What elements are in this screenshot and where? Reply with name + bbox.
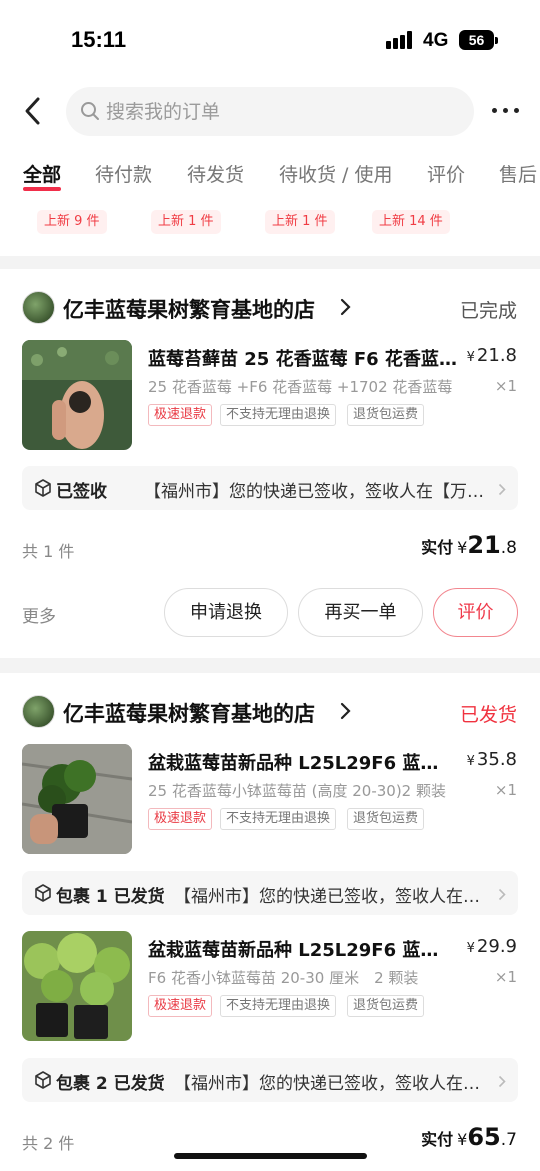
logistics-message: 【福州市】您的快递已签收，签收人在【万达广场】 [174, 1074, 482, 1094]
network-label: 4G [423, 30, 449, 51]
product-image[interactable] [22, 931, 132, 1041]
shop-name[interactable]: 亿丰蓝莓果树繁育基地的店 [63, 698, 315, 728]
home-indicator[interactable] [174, 1153, 367, 1159]
new-items-badge: 上新 1 件 [265, 210, 335, 234]
tab-review[interactable]: 评价 [427, 160, 465, 187]
service-tag: 极速退款 [148, 808, 213, 830]
tab-pending-receipt[interactable]: 待收货 / 使用 [279, 160, 392, 187]
back-icon[interactable] [22, 96, 46, 126]
search-bar[interactable] [66, 87, 474, 136]
more-icon[interactable] [492, 104, 522, 118]
paid-amount: 实付 ¥65.7 [421, 1123, 517, 1151]
service-tag: 不支持无理由退换 [220, 808, 337, 830]
tab-pending-payment[interactable]: 待付款 [95, 160, 152, 187]
chevron-right-icon [498, 1073, 506, 1088]
order-card[interactable]: 亿丰蓝莓果树繁育基地的店 已完成 蓝莓苔藓苗 25 花香蓝莓 F6 花香蓝莓苗 … [0, 269, 540, 658]
product-sku: 25 花香蓝莓 +F6 花香蓝莓 +1702 花香蓝莓 [148, 378, 453, 396]
product-price: ¥35.8 [466, 749, 517, 770]
tab-pending-shipment[interactable]: 待发货 [187, 160, 244, 187]
shop-name[interactable]: 亿丰蓝莓果树繁育基地的店 [63, 294, 315, 324]
signal-icon [386, 31, 412, 49]
item-count: 共 1 件 [22, 542, 75, 561]
review-button[interactable]: 评价 [433, 588, 518, 637]
new-items-badge: 上新 9 件 [37, 210, 107, 234]
new-items-badge: 上新 14 件 [372, 210, 450, 234]
paid-amount: 实付 ¥21.8 [421, 531, 517, 559]
logistics-status: 已签收 [56, 482, 107, 502]
chevron-right-icon [498, 886, 506, 901]
product-quantity: ×1 [494, 781, 517, 799]
buy-again-button[interactable]: 再买一单 [298, 588, 423, 637]
product-sku: F6 花香小钵蓝莓苗 20-30 厘米 2 颗装 [148, 969, 419, 987]
status-time: 15:11 [71, 27, 127, 52]
status-bar: 15:11 4G 56 [0, 0, 540, 80]
service-tag: 退货包运费 [347, 404, 425, 426]
battery-icon: 56 [459, 30, 494, 50]
logistics-status: 包裹 2 已发货 [56, 1074, 165, 1094]
product-title[interactable]: 盆栽蓝莓苗新品种 L25L29F6 蓝莓苗 [148, 936, 448, 962]
product-title[interactable]: 盆栽蓝莓苗新品种 L25L29F6 蓝莓苗 [148, 749, 448, 775]
logistics-bar[interactable]: 包裹 1 已发货 【福州市】您的快递已签收，签收人在【万达广场】 [22, 871, 518, 915]
product-price: ¥29.9 [466, 936, 517, 957]
product-sku: 25 花香蓝莓小钵蓝莓苗 (高度 20-30)2 颗装 [148, 782, 446, 800]
battery-cap [495, 37, 498, 44]
package-icon [34, 1071, 52, 1089]
shop-avatar[interactable] [22, 291, 55, 324]
product-price: ¥21.8 [466, 345, 517, 366]
item-count: 共 2 件 [22, 1134, 75, 1153]
shop-avatar[interactable] [22, 695, 55, 728]
logistics-message: 【福州市】您的快递已签收，签收人在【万达广场】 [144, 482, 484, 502]
chevron-right-icon [498, 481, 506, 496]
service-tag: 退货包运费 [347, 995, 425, 1017]
search-input[interactable] [106, 87, 456, 136]
tab-after-sales[interactable]: 售后 [499, 160, 537, 187]
tab-active-indicator [23, 187, 61, 191]
package-icon [34, 479, 52, 497]
service-tag: 不支持无理由退换 [220, 404, 337, 426]
product-title[interactable]: 蓝莓苔藓苗 25 花香蓝莓 F6 花香蓝莓苗 [148, 345, 462, 371]
chevron-right-icon[interactable] [339, 298, 351, 316]
service-tag: 极速退款 [148, 404, 213, 426]
request-return-button[interactable]: 申请退换 [164, 588, 288, 637]
tab-all[interactable]: 全部 [23, 160, 61, 187]
more-link[interactable]: 更多 [22, 602, 56, 627]
logistics-bar[interactable]: 包裹 2 已发货 【福州市】您的快递已签收，签收人在【万达广场】 [22, 1058, 518, 1102]
service-tag: 极速退款 [148, 995, 213, 1017]
order-status: 已完成 [459, 300, 517, 322]
package-icon [34, 884, 52, 902]
search-icon [80, 101, 100, 121]
chevron-right-icon[interactable] [339, 702, 351, 720]
product-quantity: ×1 [494, 377, 517, 395]
product-image[interactable] [22, 340, 132, 450]
logistics-bar[interactable]: 已签收 【福州市】您的快递已签收，签收人在【万达广场】 [22, 466, 518, 510]
order-card[interactable]: 亿丰蓝莓果树繁育基地的店 已发货 盆栽蓝莓苗新品种 L25L29F6 蓝莓苗 ¥… [0, 673, 540, 1171]
product-quantity: ×1 [494, 968, 517, 986]
logistics-status: 包裹 1 已发货 [56, 887, 165, 907]
service-tag: 不支持无理由退换 [220, 995, 337, 1017]
service-tag: 退货包运费 [347, 808, 425, 830]
product-image[interactable] [22, 744, 132, 854]
new-items-badge: 上新 1 件 [151, 210, 221, 234]
order-status: 已发货 [459, 704, 517, 726]
logistics-message: 【福州市】您的快递已签收，签收人在【万达广场】 [174, 887, 482, 907]
